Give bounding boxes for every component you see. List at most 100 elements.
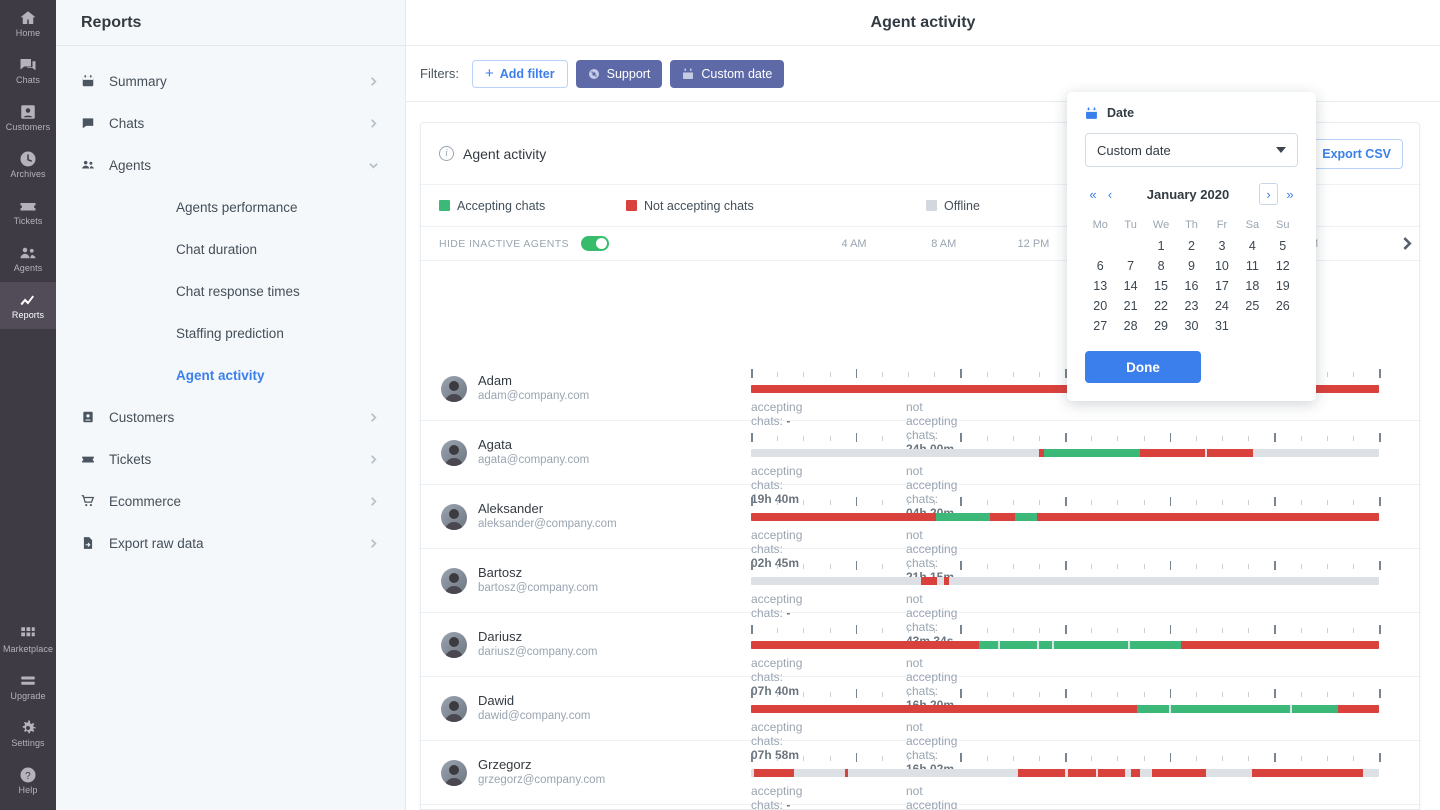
calendar-day[interactable]: 5 — [1268, 237, 1298, 255]
calendar-day[interactable]: 8 — [1146, 257, 1176, 275]
calendar-day[interactable]: 30 — [1176, 317, 1206, 335]
calendar-day[interactable]: 15 — [1146, 277, 1176, 295]
agent-row[interactable]: Dariusz dariusz@company.com accepting chat… — [421, 613, 1419, 712]
agent-row[interactable]: Hannahanna@company.comaccepting chats: 0… — [421, 805, 1419, 809]
timeline-bar — [751, 449, 1379, 457]
timeline-tick — [881, 628, 883, 633]
rail-item-upgrade[interactable]: Upgrade — [0, 663, 56, 710]
timeline-tick — [1379, 369, 1381, 378]
calendar-day[interactable]: 28 — [1115, 317, 1145, 335]
calendar-day[interactable]: 7 — [1115, 257, 1145, 275]
sidebar-subitem-agent-activity[interactable]: Agent activity — [56, 354, 405, 396]
calendar-weekday-label: Th — [1185, 219, 1198, 231]
timeline-tick — [960, 753, 962, 762]
timeline-tick — [777, 500, 779, 505]
rail-item-settings[interactable]: Settings — [0, 710, 56, 757]
sidebar-item-summary[interactable]: Summary — [56, 60, 405, 102]
timeline-tick — [1038, 500, 1040, 505]
timeline-tick — [1195, 756, 1197, 761]
timeline-tick — [1222, 436, 1223, 441]
timeline-tick — [829, 500, 831, 505]
timeline-tick — [1326, 564, 1328, 569]
rail-item-reports[interactable]: Reports — [0, 282, 56, 329]
date-range-select[interactable]: Custom date — [1085, 133, 1298, 167]
next-month-button[interactable]: › — [1259, 183, 1278, 205]
sidebar-subitem-agents-performance[interactable]: Agents performance — [56, 186, 405, 228]
timeline-tick — [881, 564, 883, 569]
calendar-day[interactable]: 14 — [1115, 277, 1145, 295]
calendar-day[interactable]: 16 — [1176, 277, 1206, 295]
sidebar-item-tickets[interactable]: Tickets — [56, 438, 405, 480]
calendar-day[interactable]: 20 — [1085, 297, 1115, 315]
agent-row[interactable]: Bartosz bartosz@company.com accepting chat… — [421, 549, 1419, 648]
prev-year-button[interactable]: « — [1085, 188, 1101, 201]
calendar-day[interactable]: 27 — [1085, 317, 1115, 335]
timeline-tick — [1379, 497, 1381, 506]
rail-item-tickets[interactable]: Tickets — [0, 188, 56, 235]
calendar-day[interactable]: 17 — [1207, 277, 1237, 295]
sidebar-item-ecommerce[interactable]: Ecommerce — [56, 480, 405, 522]
calendar-day[interactable]: 2 — [1176, 237, 1206, 255]
agent-identity: Agata agata@company.com — [421, 421, 751, 484]
sidebar-subitem-staffing-prediction[interactable]: Staffing prediction — [56, 312, 405, 354]
calendar-day[interactable]: 25 — [1237, 297, 1267, 315]
timeline-tick — [1065, 497, 1067, 506]
rail-item-marketplace[interactable]: Marketplace — [0, 616, 56, 663]
timeline-tick — [960, 433, 962, 442]
sidebar-item-customers[interactable]: Customers — [56, 396, 405, 438]
calendar-day[interactable]: 13 — [1085, 277, 1115, 295]
rail-item-home[interactable]: Home — [0, 0, 56, 47]
timeline-tick — [777, 756, 779, 761]
timeline-tick — [1326, 372, 1328, 377]
calendar-day[interactable]: 12 — [1268, 257, 1298, 275]
rail-item-agents[interactable]: Agents — [0, 235, 56, 282]
agent-row[interactable]: Dawid dawid@company.com accepting chats: 0… — [421, 677, 1419, 776]
calendar-day[interactable]: 4 — [1237, 237, 1267, 255]
timeline-bar — [751, 705, 1379, 713]
timeline-next-button[interactable] — [1400, 237, 1413, 255]
avatar — [441, 375, 467, 402]
filter-chip-support[interactable]: Support — [575, 59, 663, 88]
sidebar-subitem-chat-response-times[interactable]: Chat response times — [56, 270, 405, 312]
sidebar-item-agents[interactable]: Agents — [56, 144, 405, 186]
calendar-day[interactable]: 31 — [1207, 317, 1237, 335]
sidebar-subitem-chat-duration[interactable]: Chat duration — [56, 228, 405, 270]
rail-item-chats[interactable]: Chats — [0, 47, 56, 94]
calendar-day[interactable]: 9 — [1176, 257, 1206, 275]
timeline-tick — [1117, 436, 1119, 441]
add-filter-button[interactable]: + Add filter — [472, 59, 568, 88]
agent-row[interactable]: Grzegorz grzegorz@company.com accepting ch… — [421, 741, 1419, 809]
calendar-day[interactable]: 6 — [1085, 257, 1115, 275]
calendar-day[interactable]: 26 — [1268, 297, 1298, 315]
calendar-day[interactable]: 23 — [1176, 297, 1206, 315]
calendar-day[interactable]: 10 — [1207, 257, 1237, 275]
agent-row[interactable]: Aleksander aleksander@company.com acceptin… — [421, 485, 1419, 584]
rail-item-help[interactable]: ? Help — [0, 757, 56, 804]
next-year-button[interactable]: » — [1282, 188, 1298, 201]
timeline-bar — [751, 577, 1379, 585]
timeline-tick — [777, 372, 779, 377]
calendar-day[interactable]: 22 — [1146, 297, 1176, 315]
hide-inactive-agents-toggle[interactable] — [580, 236, 609, 251]
sidebar-item-export-raw-data[interactable]: Export raw data — [56, 522, 405, 564]
calendar-day[interactable]: 3 — [1207, 237, 1237, 255]
calendar-day[interactable]: 18 — [1237, 277, 1267, 295]
prev-month-button[interactable]: ‹ — [1103, 188, 1117, 201]
calendar-day[interactable]: 24 — [1207, 297, 1237, 315]
done-button[interactable]: Done — [1085, 351, 1201, 383]
calendar-day[interactable]: 1 — [1146, 237, 1176, 255]
calendar-day[interactable]: 19 — [1268, 277, 1298, 295]
rail-item-customers[interactable]: Customers — [0, 94, 56, 141]
calendar-day[interactable]: 11 — [1237, 257, 1267, 275]
calendar-day[interactable]: 29 — [1146, 317, 1176, 335]
rail-item-archives[interactable]: Archives — [0, 141, 56, 188]
sidebar-item-chats[interactable]: Chats — [56, 102, 405, 144]
timeline-tick — [1091, 564, 1093, 569]
filter-chip-custom-date[interactable]: Custom date — [670, 59, 785, 88]
hide-inactive-agents-control[interactable]: HIDE INACTIVE AGENTS — [421, 236, 751, 251]
agent-email: dariusz@company.com — [478, 646, 598, 658]
timeline-tick — [1222, 564, 1223, 569]
info-icon[interactable]: i — [439, 146, 454, 161]
calendar-day[interactable]: 21 — [1115, 297, 1145, 315]
agent-row[interactable]: Agata agata@company.com accepting chats: 1… — [421, 421, 1419, 520]
